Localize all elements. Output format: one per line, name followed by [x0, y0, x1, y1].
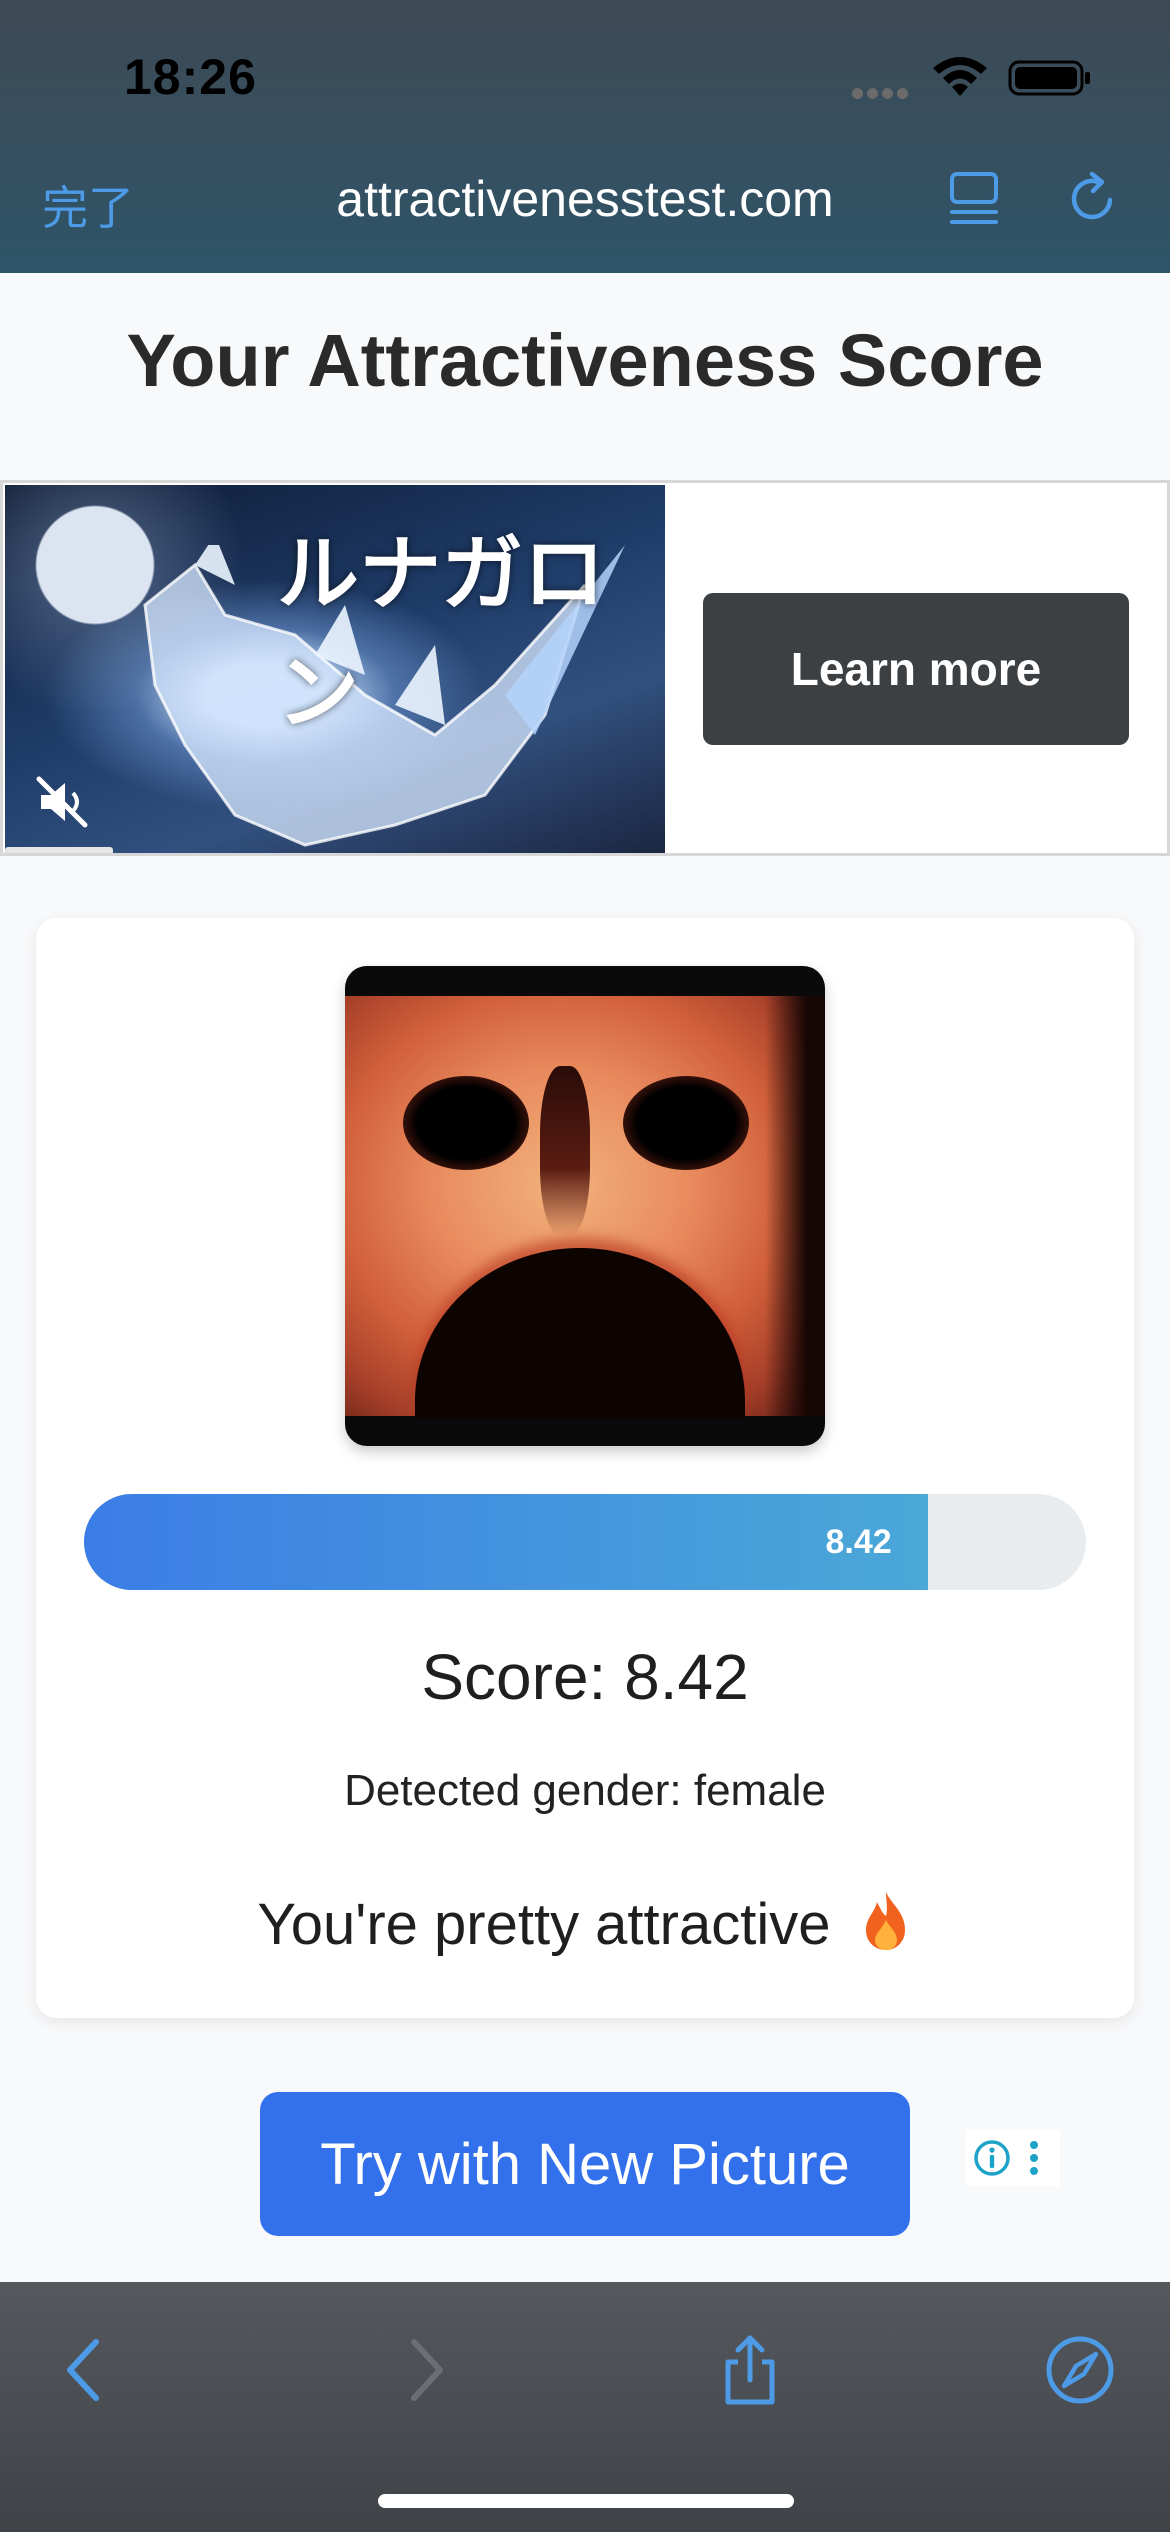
status-time: 18:26 [124, 49, 257, 105]
score-progress-fill: 8.42 [84, 1494, 928, 1590]
ad-info-icon[interactable] [972, 2138, 1012, 2178]
battery-icon [1008, 60, 1090, 96]
ad-headline: ルナガロン [277, 529, 606, 739]
ad-video-progress [5, 847, 113, 853]
reload-icon[interactable] [1064, 170, 1122, 228]
page-title: Your Attractiveness Score [126, 319, 1044, 402]
share-icon[interactable] [714, 2334, 786, 2406]
verdict-line: You're pretty attractive [36, 1890, 1134, 1958]
wifi-icon [933, 57, 987, 96]
browser-top-chrome: 18:26 完了 attractivenesstest.com [0, 0, 1170, 273]
score-progress-bar: 8.42 [84, 1494, 1086, 1590]
ad-choices[interactable] [966, 2130, 1060, 2186]
reader-icon[interactable] [946, 170, 1002, 228]
ad-banner[interactable]: ルナガロン Learn more [0, 480, 1170, 856]
score-text: Score: 8.42 [421, 1641, 749, 1713]
score-bar-label: 8.42 [825, 1523, 892, 1561]
home-indicator[interactable] [378, 2494, 794, 2508]
mute-icon[interactable] [35, 775, 89, 829]
verdict-text: You're pretty attractive [257, 1892, 831, 1957]
uploaded-face-photo [345, 966, 825, 1446]
fire-icon [865, 1892, 905, 1950]
detected-gender-text: Detected gender: female [344, 1766, 826, 1815]
ad-video-image[interactable]: ルナガロン [5, 485, 665, 853]
try-new-picture-button[interactable]: Try with New Picture [260, 2092, 910, 2236]
ad-kebab-icon[interactable] [1026, 2138, 1042, 2178]
signal-dots-icon [852, 86, 916, 99]
learn-more-button[interactable]: Learn more [703, 593, 1129, 745]
result-card: 8.42 Score: 8.42 Detected gender: female… [36, 918, 1134, 2018]
forward-icon[interactable] [388, 2334, 460, 2406]
back-icon[interactable] [52, 2334, 124, 2406]
compass-icon[interactable] [1044, 2334, 1116, 2406]
